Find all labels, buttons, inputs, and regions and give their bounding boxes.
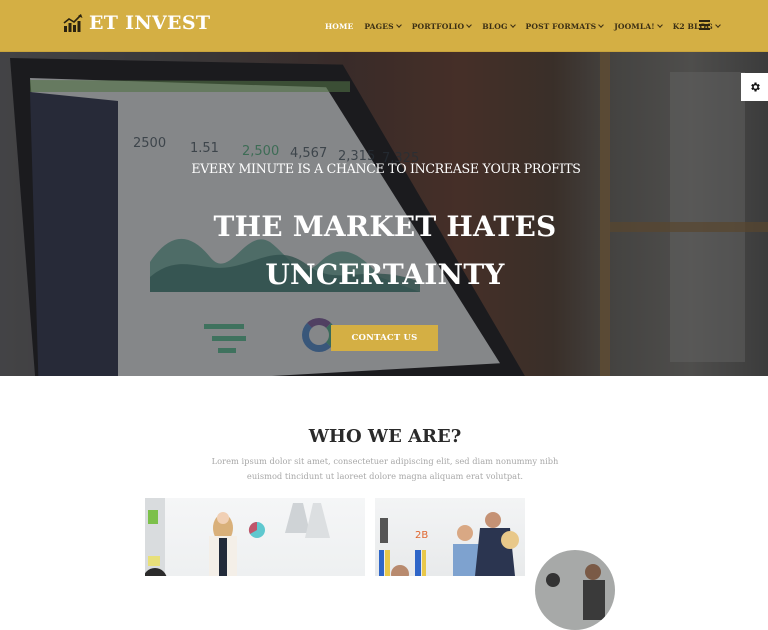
team-photo-presenter [145, 498, 365, 576]
nav-item-blog[interactable]: BLOG [482, 21, 516, 31]
hero-title-line1: THE MARKET HATES [213, 210, 557, 243]
nav-label: PORTFOLIO [411, 21, 465, 31]
logo-text: ET INVEST [89, 12, 211, 34]
nav-label: BLOG [482, 21, 508, 31]
nav-item-joomla[interactable]: JOOMLA! [614, 21, 663, 31]
nav-label: POST FORMATS [525, 21, 597, 31]
nav-item-portfolio[interactable]: PORTFOLIO [411, 21, 473, 31]
logo[interactable]: ET INVEST [63, 12, 210, 34]
hamburger-icon[interactable] [699, 20, 710, 30]
team-photo-circle [535, 550, 615, 630]
chevron-down-icon [395, 21, 402, 28]
presenter-illustration [145, 498, 330, 576]
svg-text:2B: 2B [415, 530, 428, 541]
chevron-down-icon [598, 21, 605, 28]
section-title: WHO WE ARE? [308, 426, 462, 447]
settings-toggle-button[interactable] [741, 73, 768, 101]
chart-growth-icon [63, 14, 83, 32]
team-photo-meeting: 2B [375, 498, 525, 576]
nav-label: PAGES [364, 21, 394, 31]
section-description: Lorem ipsum dolor sit amet, consectetuer… [211, 456, 559, 481]
nav-item-k2-blog[interactable]: K2 BLOG [673, 21, 721, 31]
contact-us-button[interactable]: CONTACT US [331, 325, 438, 351]
nav-item-post-formats[interactable]: POST FORMATS [525, 21, 605, 31]
site-header: ET INVEST HOME PAGES PORTFOLIO BLOG POST… [0, 0, 768, 52]
hero-subtitle: EVERY MINUTE IS A CHANCE TO INCREASE YOU… [191, 161, 581, 176]
gear-icon [750, 82, 760, 92]
nav-label: HOME [325, 21, 354, 31]
chevron-down-icon [466, 21, 473, 28]
nav-item-home[interactable]: HOME [325, 22, 353, 31]
nav-item-pages[interactable]: PAGES [364, 21, 402, 31]
chevron-down-icon [656, 21, 663, 28]
main-nav: HOME PAGES PORTFOLIO BLOG POST FORMATS J… [325, 0, 731, 52]
circle-photo-illustration [546, 564, 605, 620]
hero-title-line2: UNCERTAINTY [265, 258, 505, 291]
chevron-down-icon [509, 21, 516, 28]
meeting-illustration: 2B [379, 512, 519, 576]
chevron-down-icon [714, 21, 721, 28]
nav-label: JOOMLA! [614, 21, 655, 31]
